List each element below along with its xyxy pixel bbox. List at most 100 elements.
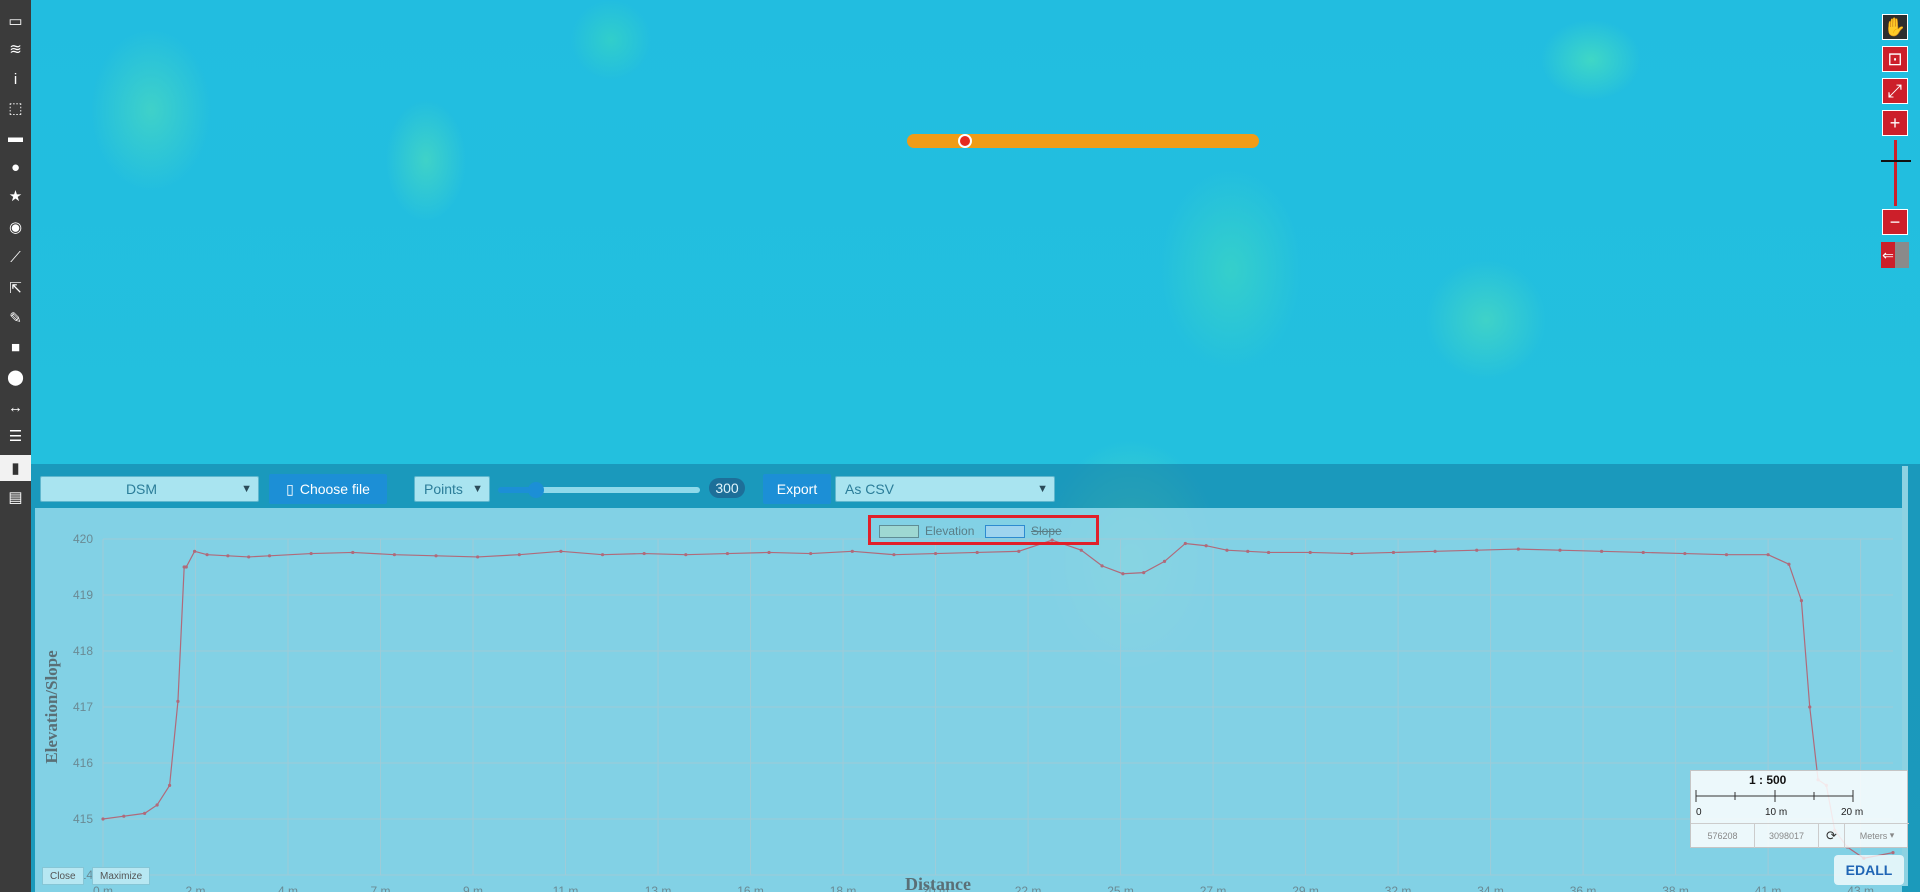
elevation-point bbox=[1017, 549, 1021, 553]
legend-label-elevation: Elevation bbox=[925, 524, 975, 538]
units-select[interactable]: Meters ▾ bbox=[1845, 824, 1909, 848]
elevation-point bbox=[1558, 548, 1562, 552]
elevation-point bbox=[1641, 550, 1645, 555]
layers-tool-button[interactable]: ≋ bbox=[0, 36, 31, 62]
elevation-point bbox=[392, 553, 396, 557]
maximize-button[interactable]: Maximize bbox=[92, 867, 151, 885]
elevation-point bbox=[434, 554, 438, 558]
elevation-point bbox=[1204, 544, 1208, 548]
left-toolbar: ▭ ≋ i ⬚ ▬ ● ★ ◉ ⟋ ⇱ ✎ ■ ⬤ ↔ ☰ ▮ ▤ bbox=[0, 0, 31, 892]
elevation-profile-panel: DSM ▼ ▯ Choose file Points ▼ 300 Export … bbox=[31, 464, 1920, 892]
scale-tick-0: 0 bbox=[1696, 807, 1702, 818]
elevation-point bbox=[1766, 553, 1770, 557]
table-tool-button[interactable]: ▤ bbox=[0, 484, 31, 510]
elevation-point bbox=[1475, 548, 1479, 552]
elevation-point bbox=[1516, 547, 1520, 551]
elevation-point bbox=[892, 553, 896, 557]
elevation-point bbox=[176, 699, 180, 703]
zoom-box-button[interactable]: ⊡ bbox=[1882, 46, 1908, 72]
points-slider-thumb[interactable] bbox=[528, 482, 544, 498]
comment-icon: ▬ bbox=[8, 128, 23, 146]
elevation-point bbox=[1391, 550, 1396, 555]
elevation-point bbox=[1121, 572, 1125, 576]
zoom-out-button[interactable]: − bbox=[1882, 209, 1908, 235]
zoom-slider-handle[interactable] bbox=[1881, 160, 1911, 162]
elevation-point bbox=[975, 550, 979, 555]
choose-file-label: Choose file bbox=[299, 481, 370, 497]
elevation-point bbox=[1433, 549, 1437, 553]
measure-icon: ↔ bbox=[8, 398, 23, 416]
elevation-point bbox=[101, 817, 105, 821]
mode-select[interactable]: Points ▼ bbox=[414, 476, 490, 502]
star-icon: ★ bbox=[8, 188, 23, 205]
elevation-point bbox=[476, 555, 480, 559]
star-tool-button[interactable]: ★ bbox=[0, 183, 31, 209]
x-tick-label: 41 m bbox=[1755, 884, 1782, 892]
elevation-point bbox=[1142, 571, 1146, 575]
layer-select[interactable]: DSM ▼ bbox=[40, 476, 259, 502]
elevation-point bbox=[1787, 562, 1791, 566]
measure-tool-button[interactable]: ↔ bbox=[0, 394, 31, 420]
choose-file-button[interactable]: ▯ Choose file bbox=[269, 474, 387, 504]
x-axis-title: Distance bbox=[905, 874, 971, 892]
profile-chart-svg: 4144154164174184194200 m2 m4 m7 m9 m11 m… bbox=[42, 532, 1895, 892]
zoom-in-button[interactable]: + bbox=[1882, 110, 1908, 136]
zoom-slider-track[interactable] bbox=[1894, 140, 1897, 206]
elevation-point bbox=[1308, 550, 1312, 555]
elevation-point bbox=[1162, 559, 1167, 563]
scale-tick-10: 10 m bbox=[1765, 807, 1787, 818]
elevation-point bbox=[517, 553, 521, 557]
pan-tool-button[interactable]: ✋ bbox=[1882, 14, 1908, 40]
elevation-point bbox=[850, 549, 854, 553]
elevation-point bbox=[809, 551, 813, 556]
comment-tool-button[interactable]: ▬ bbox=[0, 124, 31, 150]
target-tool-button[interactable]: ◉ bbox=[0, 214, 31, 240]
export-format-select[interactable]: As CSV ▼ bbox=[835, 476, 1055, 502]
elevation-point bbox=[684, 553, 688, 557]
square-tool-button[interactable]: ■ bbox=[0, 334, 31, 360]
select-tool-button[interactable]: ⬚ bbox=[0, 95, 31, 121]
legend-label-slope: Slope bbox=[1031, 524, 1062, 538]
profile-chart-tool-button[interactable]: ▮ bbox=[0, 455, 31, 481]
points-slider-value: 300 bbox=[709, 478, 745, 498]
legend-item-slope[interactable]: Slope bbox=[985, 524, 1062, 538]
x-tick-label: 34 m bbox=[1477, 884, 1504, 892]
refresh-icon[interactable]: ⟳ bbox=[1819, 823, 1845, 848]
legend-item-elevation[interactable]: Elevation bbox=[879, 524, 974, 538]
elevation-point bbox=[309, 551, 313, 556]
marker-icon: ⬤ bbox=[7, 369, 24, 386]
ruler-tool-button[interactable]: ⟋ bbox=[0, 244, 31, 270]
globe-tool-button[interactable]: ● bbox=[0, 154, 31, 180]
y-tick-label: 416 bbox=[73, 756, 93, 770]
basemap-thumbnail bbox=[1895, 242, 1909, 268]
full-extent-button[interactable]: ⤢ bbox=[1882, 78, 1908, 104]
file-icon: ▯ bbox=[286, 480, 294, 497]
x-tick-label: 18 m bbox=[830, 884, 857, 892]
export-button[interactable]: Export bbox=[763, 474, 831, 504]
plus-icon: + bbox=[1889, 112, 1901, 133]
info-tool-button[interactable]: i bbox=[0, 66, 31, 92]
elevation-point bbox=[192, 549, 197, 553]
x-tick-label: 32 m bbox=[1385, 884, 1412, 892]
y-tick-label: 420 bbox=[73, 532, 93, 546]
list-tool-button[interactable]: ☰ bbox=[0, 423, 31, 449]
pencil-tool-button[interactable]: ✎ bbox=[0, 305, 31, 331]
elevation-point bbox=[155, 803, 159, 807]
legend-swatch-elevation bbox=[879, 524, 919, 538]
marker-tool-button[interactable]: ⬤ bbox=[0, 364, 31, 390]
layers-icon: ≋ bbox=[9, 41, 22, 58]
chevron-down-icon: ▼ bbox=[472, 483, 483, 495]
elevation-point bbox=[1600, 549, 1604, 553]
scale-bar: 0 10 m 20 m bbox=[1695, 790, 1863, 818]
profile-chart: 4144154164174184194200 m2 m4 m7 m9 m11 m… bbox=[35, 508, 1902, 892]
basemap-switcher[interactable]: ⇐ bbox=[1881, 242, 1909, 268]
elevation-point bbox=[122, 814, 126, 818]
folder-tool-button[interactable]: ▭ bbox=[0, 8, 31, 34]
share-tool-button[interactable]: ⇱ bbox=[0, 275, 31, 301]
close-button[interactable]: Close bbox=[42, 867, 84, 885]
elevation-point bbox=[184, 565, 188, 569]
elevation-point bbox=[351, 550, 355, 555]
x-tick-label: 29 m bbox=[1292, 884, 1319, 892]
globe-icon: ● bbox=[10, 158, 21, 176]
folder-icon: ▭ bbox=[8, 13, 23, 30]
